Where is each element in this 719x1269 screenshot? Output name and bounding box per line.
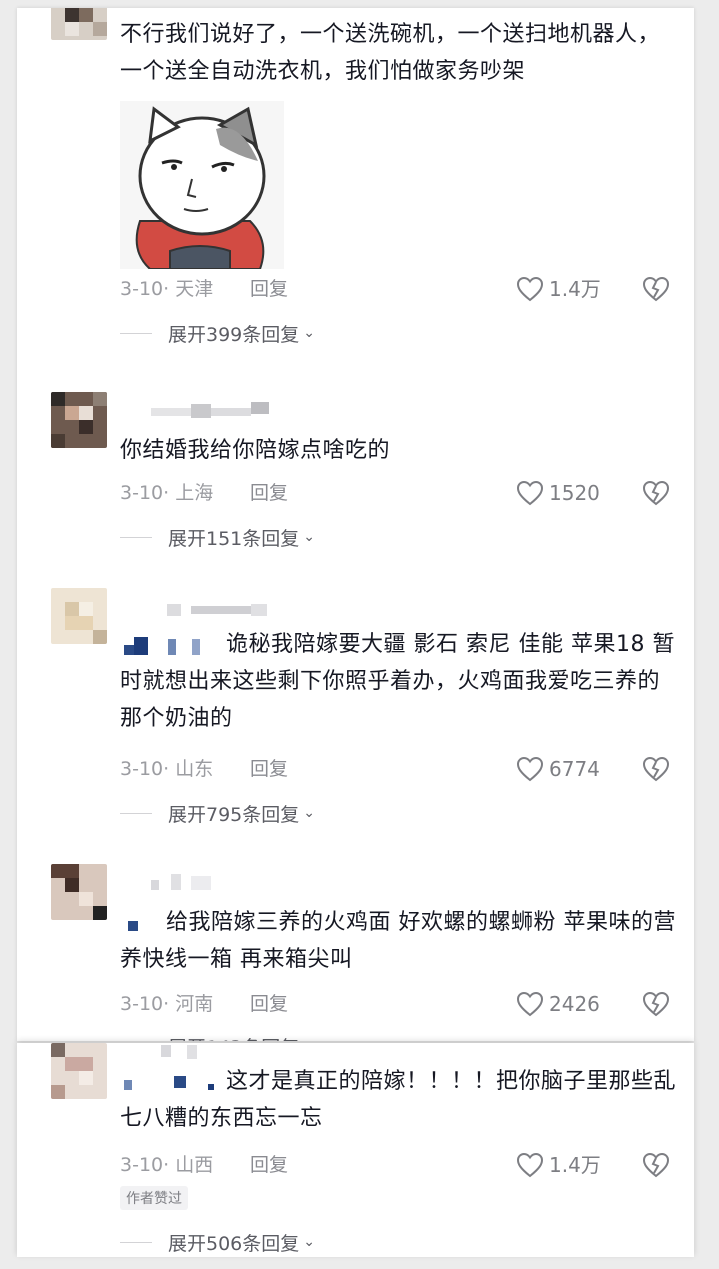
comment-date-location: 3-10· 山东 <box>120 758 214 780</box>
broken-heart-icon <box>642 1152 670 1178</box>
comment-date-location: 3-10· 河南 <box>120 993 214 1015</box>
comment-meta: 3-10· 天津 回复 1.4万 <box>120 274 680 304</box>
like-button[interactable]: 1520 <box>516 478 600 508</box>
comment-date-location: 3-10· 山西 <box>120 1154 214 1176</box>
expand-replies-button[interactable]: 展开399条回复 ⌄ <box>120 318 315 348</box>
comment-meta: 3-10· 山东 回复 6774 <box>120 754 680 784</box>
comment-list-overlay: 这才是真正的陪嫁！！！！把你脑子里那些乱七八糟的东西忘一忘 3-10· 山西 回… <box>17 1043 694 1257</box>
avatar[interactable] <box>51 1043 107 1099</box>
heart-outline-icon <box>516 480 544 506</box>
avatar[interactable] <box>51 392 107 448</box>
reply-button[interactable]: 回复 <box>250 754 288 784</box>
reply-button[interactable]: 回复 <box>250 989 288 1019</box>
avatar[interactable] <box>51 864 107 920</box>
expand-replies-button[interactable]: 展开795条回复 ⌄ <box>120 798 315 828</box>
sticker-image[interactable] <box>120 101 284 270</box>
chevron-down-icon: ⌄ <box>303 325 315 341</box>
chevron-down-icon: ⌄ <box>303 805 315 821</box>
broken-heart-icon <box>642 480 670 506</box>
heart-outline-icon <box>516 991 544 1017</box>
comment-meta: 3-10· 河南 回复 2426 <box>120 989 680 1019</box>
like-button[interactable]: 1.4万 <box>516 274 601 304</box>
like-button[interactable]: 1.4万 <box>516 1150 601 1180</box>
like-button[interactable]: 6774 <box>516 754 600 784</box>
like-count: 6774 <box>549 757 600 781</box>
reply-button[interactable]: 回复 <box>250 478 288 508</box>
chevron-down-icon: ⌄ <box>303 1038 315 1041</box>
dislike-button[interactable] <box>642 479 670 516</box>
dislike-button[interactable] <box>642 1151 670 1188</box>
like-count: 1.4万 <box>549 1153 601 1177</box>
broken-heart-icon <box>642 991 670 1017</box>
chevron-down-icon: ⌄ <box>303 1234 315 1250</box>
mention-blurred[interactable] <box>120 913 160 933</box>
mention-blurred[interactable] <box>120 635 220 655</box>
comment-meta: 3-10· 上海 回复 1520 <box>120 478 680 508</box>
comment-text: 不行我们说好了，一个送洗碗机，一个送扫地机器人，一个送全自动洗衣机，我们怕做家务… <box>120 22 661 84</box>
expand-replies-button[interactable]: 展开506条回复 ⌄ <box>120 1227 315 1257</box>
avatar[interactable] <box>51 8 107 40</box>
comment-text: 诡秘我陪嫁要大疆 影石 索尼 佳能 苹果18 暂时就想出来这些剩下你照乎着办，火… <box>120 632 675 731</box>
reply-button[interactable]: 回复 <box>250 274 288 304</box>
mention-blurred[interactable] <box>120 1072 220 1092</box>
comment-text: 这才是真正的陪嫁！！！！把你脑子里那些乱七八糟的东西忘一忘 <box>120 1069 677 1131</box>
comment-date-location: 3-10· 上海 <box>120 482 214 504</box>
heart-outline-icon <box>516 756 544 782</box>
dislike-button[interactable] <box>642 755 670 792</box>
author-liked-badge: 作者赞过 <box>120 1186 188 1210</box>
broken-heart-icon <box>642 276 670 302</box>
avatar[interactable] <box>51 588 107 644</box>
comment-text: 给我陪嫁三养的火鸡面 好欢螺的螺蛳粉 苹果味的营养快线一箱 再来箱尖叫 <box>120 910 676 972</box>
broken-heart-icon <box>642 756 670 782</box>
heart-outline-icon <box>516 1152 544 1178</box>
like-count: 1520 <box>549 481 600 505</box>
expand-replies-button[interactable]: 展开151条回复 ⌄ <box>120 522 315 552</box>
comment-text: 你结婚我给你陪嫁点啥吃的 <box>120 438 391 463</box>
cat-face-sticker-icon <box>120 101 284 270</box>
like-button[interactable]: 2426 <box>516 989 600 1019</box>
chevron-down-icon: ⌄ <box>303 529 315 545</box>
reply-button[interactable]: 回复 <box>250 1150 288 1180</box>
expand-replies-button[interactable]: 展开143条回复⌄ <box>120 1031 315 1042</box>
comment-list: 不行我们说好了，一个送洗碗机，一个送扫地机器人，一个送全自动洗衣机，我们怕做家务… <box>17 8 694 1041</box>
dislike-button[interactable] <box>642 275 670 312</box>
like-count: 1.4万 <box>549 277 601 301</box>
dislike-button[interactable] <box>642 990 670 1027</box>
heart-outline-icon <box>516 276 544 302</box>
comment-meta: 3-10· 山西 回复 1.4万 <box>120 1150 680 1180</box>
like-count: 2426 <box>549 992 600 1016</box>
comment-date-location: 3-10· 天津 <box>120 278 214 300</box>
